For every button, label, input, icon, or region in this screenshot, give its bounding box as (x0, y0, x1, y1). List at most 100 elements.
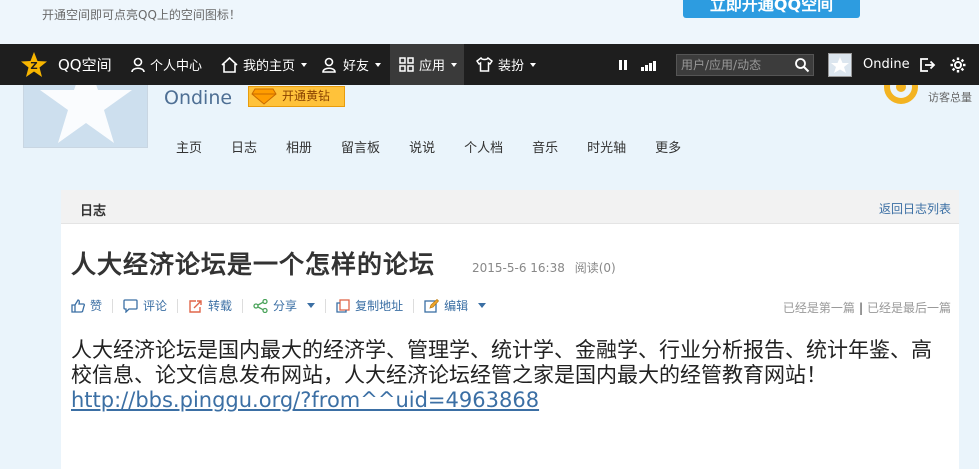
search-input[interactable] (677, 55, 789, 75)
subnav-item-shuoshuo[interactable]: 说说 (409, 137, 435, 156)
logout-icon (920, 57, 936, 72)
shirt-icon (476, 57, 493, 72)
chevron-down-icon[interactable] (307, 303, 316, 308)
svg-text:Z: Z (30, 61, 37, 72)
open-qzone-button[interactable]: 立即开通QQ空间 (683, 0, 860, 18)
post-body-text: 人大经济论坛是国内最大的经济学、管理学、统计学、金融学、行业分析报告、统计年鉴、… (71, 338, 932, 387)
share-icon (253, 298, 268, 313)
apps-grid-icon (399, 57, 414, 72)
edit-button[interactable]: 编辑 (424, 297, 487, 314)
back-to-list-link[interactable]: 返回日志列表 (879, 200, 951, 217)
default-avatar-icon (40, 85, 132, 143)
qzone-logo[interactable]: Z QQ空间 (20, 44, 112, 85)
repost-icon (189, 299, 202, 313)
copy-link-label: 复制地址 (355, 299, 404, 313)
user-avatar[interactable] (828, 53, 852, 77)
nav-friends[interactable]: 好友 (322, 44, 382, 85)
nav-apps[interactable]: 应用 (390, 44, 464, 85)
subnav-item-blog[interactable]: 日志 (231, 137, 257, 156)
divider (177, 298, 179, 313)
star-avatar-icon (831, 57, 849, 73)
signal-bars-icon (641, 60, 656, 71)
comment-label: 评论 (143, 299, 168, 313)
chevron-down-icon (451, 62, 458, 67)
edit-pencil-icon (424, 298, 440, 313)
divider (242, 298, 244, 313)
blog-card-header: 日志 返回日志列表 (61, 190, 959, 224)
gear-icon (950, 57, 966, 72)
nav-label: 个人中心 (150, 59, 203, 74)
settings-button[interactable] (950, 44, 971, 85)
profile-subnav: 主页 日志 相册 留言板 说说 个人档 音乐 时光轴 更多 (176, 137, 710, 156)
logout-button[interactable] (919, 44, 941, 85)
section-title: 日志 (80, 204, 107, 219)
chevron-down-icon (530, 62, 537, 67)
subnav-item-more[interactable]: 更多 (655, 137, 681, 156)
subnav-item-music[interactable]: 音乐 (532, 137, 558, 156)
nav-decorate[interactable]: 装扮 (476, 44, 537, 85)
repost-button[interactable]: 转载 (188, 297, 232, 314)
profile-avatar[interactable] (23, 85, 148, 148)
pause-icon (619, 59, 627, 70)
username[interactable]: Ondine (863, 57, 910, 72)
vip-label: 开通黄钻 (282, 89, 331, 103)
divider (112, 298, 114, 313)
nav-label: 应用 (419, 59, 446, 74)
post-reads: 阅读(0) (574, 261, 616, 275)
star-logo-icon: Z (21, 51, 47, 77)
thumbs-up-icon (71, 298, 85, 313)
nav-label: 好友 (343, 59, 370, 74)
share-label: 分享 (273, 299, 298, 313)
last-post-indicator: 已经是最后一篇 (866, 301, 951, 315)
nav-label: 装扮 (498, 59, 525, 74)
visitor-ring-icon (883, 85, 919, 105)
diamond-icon (251, 88, 277, 105)
home-icon (221, 56, 238, 73)
comment-button[interactable]: 评论 (123, 297, 167, 314)
visitor-total-label: 访客总量 (928, 91, 972, 104)
edit-label: 编辑 (444, 299, 469, 313)
subnav-item-home[interactable]: 主页 (176, 137, 202, 156)
copy-link-button[interactable]: 复制地址 (336, 297, 403, 314)
profile-name: Ondine (164, 87, 233, 109)
nav-label: 我的主页 (243, 59, 296, 74)
copy-icon (336, 298, 350, 313)
post-navigation: 已经是第一篇 | 已经是最后一篇 (783, 299, 951, 316)
post-actions: 赞 评论 转载 分享 复制地址 编辑 (71, 297, 496, 314)
chevron-down-icon (301, 62, 308, 67)
like-label: 赞 (90, 299, 103, 313)
signal-button[interactable] (640, 44, 663, 85)
chevron-down-icon (375, 62, 382, 67)
logo-label: QQ空间 (58, 56, 112, 74)
subnav-item-guestbook[interactable]: 留言板 (341, 137, 380, 156)
comment-bubble-icon (123, 298, 138, 313)
top-navbar: Z QQ空间 个人中心 我的主页 好友 应用 装扮 Ondine (0, 44, 979, 85)
search-icon[interactable] (794, 57, 810, 73)
pause-button[interactable] (617, 44, 634, 85)
share-button[interactable]: 分享 (253, 297, 316, 314)
post-date: 2015-5-6 16:38 (472, 261, 565, 275)
post-body-link[interactable]: http://bbs.pinggu.org/?from^^uid=4963868 (71, 388, 539, 412)
subnav-item-profile[interactable]: 个人档 (464, 137, 503, 156)
post-content: 人大经济论坛是国内最大的经济学、管理学、统计学、金融学、行业分析报告、统计年鉴、… (71, 338, 951, 413)
search-box (676, 54, 814, 76)
friends-icon (322, 57, 336, 73)
promo-text: 开通空间即可点亮QQ上的空间图标！ (42, 8, 241, 22)
divider (325, 298, 327, 313)
open-yellow-diamond-button[interactable]: 开通黄钻 (248, 86, 345, 107)
divider (413, 298, 415, 313)
like-button[interactable]: 赞 (71, 297, 102, 314)
nav-my-homepage[interactable]: 我的主页 (221, 44, 308, 85)
promo-banner: 开通空间即可点亮QQ上的空间图标！ 立即开通QQ空间 (0, 0, 979, 44)
chevron-down-icon[interactable] (478, 303, 487, 308)
first-post-indicator: 已经是第一篇 (782, 301, 855, 315)
subnav-item-timeline[interactable]: 时光轴 (587, 137, 626, 156)
nav-personal-center[interactable]: 个人中心 (131, 44, 202, 85)
post-title: 人大经济论坛是一个怎样的论坛 (71, 250, 436, 279)
person-icon (131, 57, 145, 72)
blog-card: 日志 返回日志列表 人大经济论坛是一个怎样的论坛 2015-5-6 16:38 … (61, 190, 959, 469)
subnav-item-album[interactable]: 相册 (286, 137, 312, 156)
divider: | (858, 301, 863, 315)
post-meta: 2015-5-6 16:38 阅读(0) (472, 259, 622, 276)
profile-header: Ondine 开通黄钻 访客总量 主页 日志 相册 留言板 说说 个人档 音乐 … (0, 85, 979, 190)
